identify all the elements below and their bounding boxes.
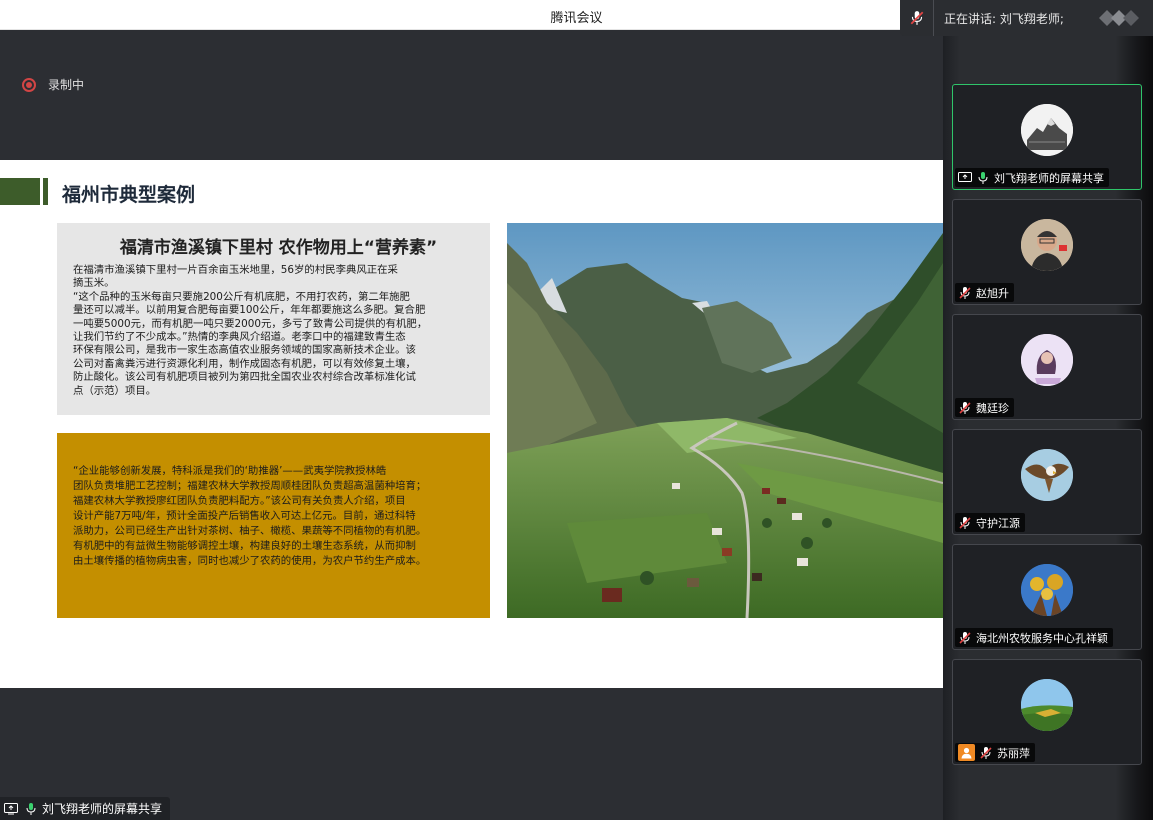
avatar: [1021, 334, 1073, 386]
mic-on-icon: [978, 171, 988, 184]
participant-tile[interactable]: 海北州农牧服务中心孔祥颖: [952, 544, 1142, 650]
participant-name-tag: 魏廷珍: [955, 398, 1014, 417]
tencent-meeting-logo-icon: [1099, 10, 1139, 26]
mic-on-icon: [26, 802, 36, 815]
participant-name: 魏廷珍: [976, 401, 1009, 415]
speaking-indicator[interactable]: 正在讲话: 刘飞翔老师;: [900, 0, 1153, 36]
participant-name-tag: 海北州农牧服务中心孔祥颖: [955, 628, 1113, 647]
screen-share-label[interactable]: 刘飞翔老师的屏幕共享: [0, 797, 171, 820]
participant-tile[interactable]: 守护江源: [952, 429, 1142, 535]
avatar: [1021, 679, 1073, 731]
mic-muted-icon: [959, 286, 971, 299]
case-text-box: 福清市渔溪镇下里村 农作物用上“营养素” 在福清市渔溪镇下里村一片百余亩玉米地里…: [57, 223, 490, 415]
avatar: [1021, 219, 1073, 271]
quote-line: 团队负责堆肥工艺控制；福建农林大学教授周顺桂团队负责超高温菌种培育；: [73, 480, 427, 492]
quote-line: 设计产能7万吨/年，预计全面投产后销售收入可达上亿元。目前，通过科特: [73, 510, 416, 522]
participant-tile[interactable]: 魏廷珍: [952, 314, 1142, 420]
quote-text-box: “企业能够创新发展，特科派是我们的‘助推器’——武夷学院教授林皓 团队负责堆肥工…: [57, 433, 490, 618]
screen-share-text: 刘飞翔老师的屏幕共享: [42, 802, 163, 816]
participant-name-tag: 守护江源: [955, 513, 1025, 532]
quote-line: 福建农林大学教授廖红团队负责肥料配方。”该公司有关负责人介绍，项目: [73, 495, 406, 507]
case-line: 让我们节约了不少成本。”热情的李典风介绍道。老李口中的福建致青生态: [73, 331, 406, 344]
case-line: 摘玉米。: [73, 277, 115, 290]
participant-name-tag: 刘飞翔老师的屏幕共享: [955, 168, 1109, 187]
avatar: [1021, 564, 1073, 616]
quote-paragraph: “企业能够创新发展，特科派是我们的‘助推器’——武夷学院教授林皓 团队负责堆肥工…: [73, 464, 474, 569]
case-line: 量还可以减半。以前用复合肥每亩要100公斤，年年都要施这么多肥。复合肥: [73, 304, 426, 317]
mic-muted-icon: [959, 401, 971, 414]
participant-name: 赵旭升: [976, 286, 1009, 300]
participant-name-tag: 苏丽萍: [955, 743, 1035, 762]
avatar: [1021, 449, 1073, 501]
case-paragraph: 在福清市渔溪镇下里村一片百余亩玉米地里，56岁的村民李典风正在采 摘玉米。 “这…: [73, 264, 474, 398]
case-line: 一吨要5000元，而有机肥一吨只要2000元，多亏了致青公司提供的有机肥，: [73, 317, 428, 330]
participant-name: 苏丽萍: [997, 746, 1030, 760]
speaking-text: 正在讲话: 刘飞翔老师;: [944, 11, 1064, 26]
case-line: 环保有限公司，是我市一家生态高值农业服务领域的国家高新技术企业。该: [73, 344, 416, 357]
participant-tile[interactable]: 赵旭升: [952, 199, 1142, 305]
mic-muted-icon: [959, 631, 971, 644]
participant-name: 海北州农牧服务中心孔祥颖: [976, 631, 1108, 645]
participant-gallery: 刘飞翔老师的屏幕共享 赵旭升 魏廷珍 守护江源 海北州农牧服务中心孔祥颖 苏丽萍: [943, 36, 1153, 820]
slide-heading: 福州市典型案例: [62, 184, 196, 206]
case-title: 福清市渔溪镇下里村 农作物用上“营养素”: [119, 238, 438, 258]
quote-line: 由土壤传播的植物病虫害，同时也减少了农药的使用，为农户节约生产成本。: [73, 555, 427, 567]
mic-muted-icon: [959, 516, 971, 529]
mic-muted-icon: [910, 11, 923, 25]
screen-share-icon: [958, 171, 972, 182]
person-icon: [958, 744, 975, 761]
case-line: 公司对畜禽粪污进行资源化利用，制作成固态有机肥，可以有效修复土壤，: [73, 357, 416, 370]
quote-line: “企业能够创新发展，特科派是我们的‘助推器’——武夷学院教授林皓: [73, 465, 387, 477]
case-line: 在福清市渔溪镇下里村一片百余亩玉米地里，56岁的村民李典风正在采: [73, 264, 398, 276]
mic-muted-icon: [980, 746, 992, 759]
case-line: “这个品种的玉米每亩只要施200公斤有机底肥，不用打农药，第二年施肥: [73, 290, 410, 303]
participant-tile[interactable]: 苏丽萍: [952, 659, 1142, 765]
recording-label: 录制中: [48, 78, 85, 92]
speaking-mic: [900, 0, 934, 36]
valley-landscape-photo: [507, 223, 943, 618]
shared-slide: 福州市典型案例 福清市渔溪镇下里村 农作物用上“营养素” 在福清市渔溪镇下里村一…: [0, 160, 943, 688]
heading-accent-stripe: [43, 178, 48, 205]
quote-line: 派助力，公司已经生产出针对茶树、柚子、橄榄、果蔬等不同植物的有机肥。: [73, 525, 427, 537]
participant-name: 守护江源: [976, 516, 1020, 530]
participant-name: 刘飞翔老师的屏幕共享: [994, 171, 1104, 185]
quote-line: 有机肥中的有益微生物能够调控土壤，构建良好的土壤生态系统，从而抑制: [73, 540, 416, 552]
participant-name-tag: 赵旭升: [955, 283, 1014, 302]
record-icon: [22, 77, 36, 92]
avatar: [1021, 104, 1073, 156]
participant-tile[interactable]: 刘飞翔老师的屏幕共享: [952, 84, 1142, 190]
recording-indicator[interactable]: 录制中: [22, 76, 84, 93]
screen-share-icon: [4, 802, 18, 814]
heading-accent-bar: [0, 178, 40, 205]
case-line: 点（示范）项目。: [73, 384, 157, 397]
case-line: 防止酸化。该公司有机肥项目被列为第四批全国农业农村综合改革标准化试: [73, 371, 416, 384]
